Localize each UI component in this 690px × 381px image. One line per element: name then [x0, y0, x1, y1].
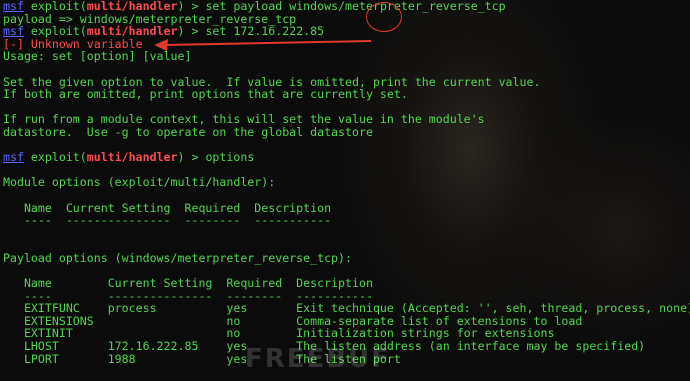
terminal-window[interactable]: msf exploit(multi/handler) > set payload… — [0, 0, 690, 381]
annotation-arrow-icon — [154, 39, 372, 51]
watermark: FREEBUF — [245, 344, 391, 374]
